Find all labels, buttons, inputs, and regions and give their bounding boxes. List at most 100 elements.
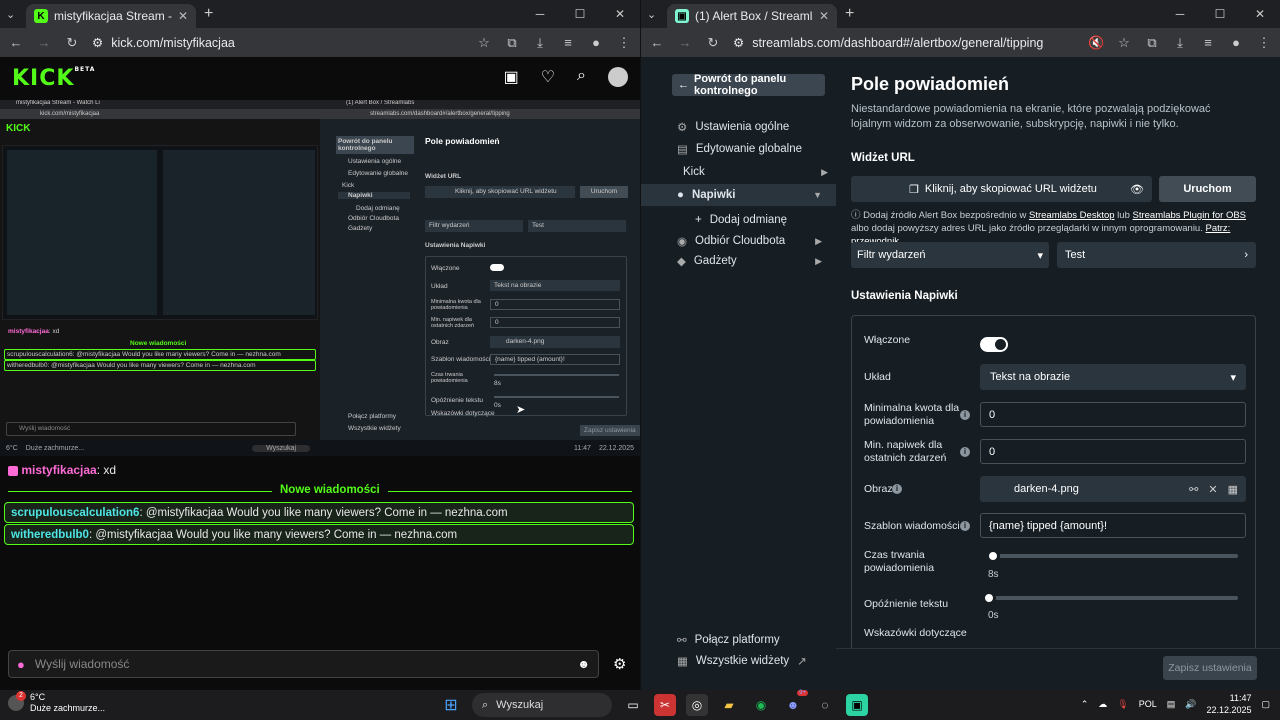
site-info-icon[interactable]: ⚙ [92,35,103,50]
sidebar-item-add-variation[interactable]: + Dodaj odmianę [695,214,840,226]
slider-handle[interactable] [986,549,1000,563]
spotify-icon[interactable]: ◉ [750,694,772,716]
save-settings-button[interactable]: Zapisz ustawienia [1163,656,1257,680]
maximize-icon[interactable]: ☐ [560,0,600,28]
browse-icon[interactable]: ▣ [504,67,519,87]
extensions-icon[interactable]: ⧉ [1144,35,1160,51]
bookmark-icon[interactable]: ☆ [1116,35,1132,51]
enabled-toggle[interactable] [980,337,1008,352]
menu-icon[interactable]: ⋮ [1256,35,1272,51]
close-tab-icon[interactable]: ✕ [178,9,188,23]
event-filter-dropdown[interactable]: Filtr wydarzeń ▾ [851,242,1049,268]
playlist-icon[interactable]: ≡ [1200,35,1216,50]
link-icon[interactable]: ⚯ [1189,483,1198,496]
close-tab-icon[interactable]: ✕ [819,9,829,23]
chat-username[interactable]: scrupulouscalculation6 [11,507,139,519]
streamlabs-obs-plugin-link[interactable]: Streamlabs Plugin for OBS [1133,210,1247,221]
sidebar-item-cloudbot[interactable]: ◉ Odbiór Cloudbota ▶ [677,234,822,248]
maximize-icon[interactable]: ☐ [1200,0,1240,28]
avatar[interactable] [608,67,628,87]
reload-icon[interactable]: ↻ [64,35,80,51]
following-heart-icon[interactable]: ♡ [541,67,555,87]
sidebar-item-global-edit[interactable]: ▤ Edytowanie globalne [677,142,822,156]
file-explorer-icon[interactable]: ▰ [718,694,740,716]
streamlabs-icon[interactable]: ▣ [846,694,868,716]
new-tab-icon[interactable]: + [204,5,213,23]
clock[interactable]: 11:47 22.12.2025 [1206,692,1251,716]
minimize-icon[interactable]: ─ [1160,0,1200,28]
info-icon[interactable]: i [960,521,970,531]
chat-input[interactable]: ● Wyślij wiadomość ☻ [8,650,599,678]
gallery-grid-icon[interactable]: ▦ [1228,483,1238,496]
profile-icon[interactable]: ● [588,35,604,50]
menu-icon[interactable]: ⋮ [616,35,632,51]
language-indicator[interactable]: POL [1139,699,1157,709]
streamlabs-desktop-link[interactable]: Streamlabs Desktop [1029,210,1115,221]
playlist-icon[interactable]: ≡ [560,35,576,50]
run-button[interactable]: Uruchom [1159,176,1256,202]
back-icon[interactable]: ← [649,35,665,50]
obs-icon[interactable]: ◌ [814,694,836,716]
tray-chevron-up-icon[interactable]: ⌃ [1081,699,1089,710]
test-dropdown[interactable]: Test › [1057,242,1256,268]
microphone-icon[interactable]: ● [17,657,25,672]
snipping-tool-icon[interactable]: ✂ [654,694,676,716]
widget-url-copy-field[interactable]: ❐ Kliknij, aby skopiować URL widżetu 👁 [851,176,1152,202]
tab-search-icon[interactable]: ⌄ [647,8,667,21]
back-icon[interactable]: ← [8,35,24,50]
sidebar-item-general-settings[interactable]: ⚙ Ustawienia ogólne [677,120,822,134]
download-icon[interactable]: ⤓ [1172,35,1188,51]
start-windows-icon[interactable]: ⊞ [440,694,462,716]
sidebar-item-connect-platforms[interactable]: ⚯ Połącz platformy [677,633,822,647]
eye-icon[interactable]: 👁 [1130,183,1144,196]
volume-icon[interactable]: 🔊 [1185,699,1196,710]
duration-slider[interactable] [986,549,1238,563]
download-icon[interactable]: ⤓ [532,35,548,51]
mute-icon[interactable]: 🔇 [1088,35,1104,51]
min-recent-input[interactable]: 0 [980,439,1246,464]
image-picker[interactable]: darken-4.png ⚯ ✕ ▦ [980,476,1246,502]
profile-icon[interactable]: ● [1228,35,1244,50]
template-input[interactable]: {name} tipped {amount}! [980,513,1246,538]
chrome-icon[interactable]: ◎ [686,694,708,716]
delay-slider[interactable] [982,591,1238,605]
close-window-icon[interactable]: ✕ [1240,0,1280,28]
info-icon[interactable]: i [960,447,970,457]
search-icon[interactable]: ⌕ [577,67,586,87]
url-field[interactable]: ⚙ kick.com/mistyfikacjaa [92,35,464,51]
forward-icon[interactable]: → [677,35,693,50]
clear-icon[interactable]: ✕ [1208,483,1217,496]
new-tab-icon[interactable]: + [845,5,854,23]
layout-select[interactable]: Tekst na obrazie ▾ [980,364,1246,390]
tab-kick[interactable]: K mistyfikacjaa Stream - Watch Li ✕ [26,4,196,28]
network-icon[interactable]: ▤ [1167,699,1176,710]
kick-logo[interactable]: KICKBETA [12,66,95,91]
task-view-icon[interactable]: ▭ [622,694,644,716]
microphone-icon[interactable]: 🎙 [1117,699,1128,710]
chat-settings-gear-icon[interactable]: ⚙ [613,655,626,673]
weather-widget[interactable]: 2 6°C Duże zachmurze... [8,691,105,714]
slider-handle[interactable] [982,591,996,605]
notifications-icon[interactable]: ▢ [1261,699,1270,710]
tab-search-icon[interactable]: ⌄ [6,8,26,21]
discord-icon[interactable]: ☻ 9+ [782,690,808,716]
sidebar-item-kick[interactable]: Kick ▶ [683,166,828,178]
min-amount-input[interactable]: 0 [980,402,1246,427]
onedrive-icon[interactable]: ☁ [1098,699,1107,710]
back-to-dashboard-button[interactable]: ← Powrót do panelu kontrolnego [672,73,825,97]
tab-streamlabs[interactable]: ▣ (1) Alert Box / Streamlabs ✕ [667,4,837,28]
chat-username[interactable]: mistyfikacjaa [21,463,96,477]
info-icon[interactable]: i [960,410,970,420]
minimize-icon[interactable]: ─ [520,0,560,28]
close-window-icon[interactable]: ✕ [600,0,640,28]
forward-icon[interactable]: → [36,35,52,50]
site-info-icon[interactable]: ⚙ [733,35,744,50]
emoji-icon[interactable]: ☻ [577,657,590,671]
url-field[interactable]: ⚙ streamlabs.com/dashboard#/alertbox/gen… [733,35,1076,51]
reload-icon[interactable]: ↻ [705,35,721,51]
extensions-icon[interactable]: ⧉ [504,35,520,51]
sidebar-item-all-widgets[interactable]: ▦ Wszystkie widżety ↗ [677,654,837,668]
bookmark-icon[interactable]: ☆ [476,35,492,51]
chat-username[interactable]: witheredbulb0 [11,529,89,541]
taskbar-search[interactable]: ⌕ Wyszukaj [472,693,612,717]
